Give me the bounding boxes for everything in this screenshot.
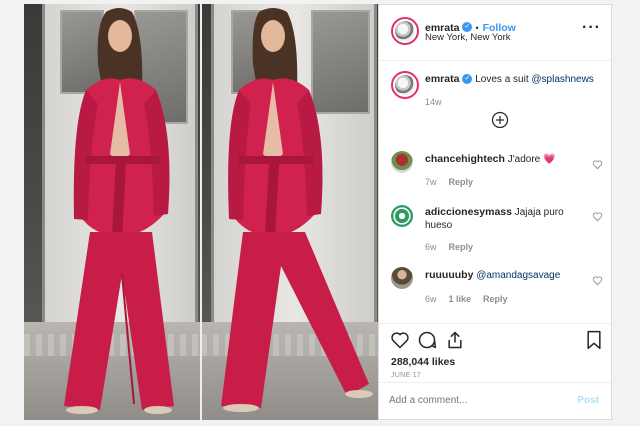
comment-meta: 6w 1 like Reply xyxy=(425,294,508,304)
model-figure-right xyxy=(221,8,373,412)
reply-button[interactable]: Reply xyxy=(449,177,474,187)
comment-body: ruuuuuby @amandagsavage xyxy=(425,269,585,282)
post-photo[interactable] xyxy=(24,4,378,420)
more-icon[interactable]: ··· xyxy=(582,19,601,37)
heart-icon[interactable] xyxy=(390,330,410,350)
reply-button[interactable]: Reply xyxy=(449,242,474,252)
comment-likes[interactable]: 1 like xyxy=(449,294,472,304)
comment-box: Post xyxy=(379,382,611,419)
collage-divider xyxy=(200,4,202,420)
comment-username[interactable]: chancehightech xyxy=(425,153,505,165)
comment-text: J'adore 💗 xyxy=(507,154,556,165)
caption-age: 14w xyxy=(425,97,442,107)
post-header: emrata ✓ • Follow New York, New York ··· xyxy=(379,5,611,61)
post-location[interactable]: New York, New York xyxy=(425,32,511,43)
comment-age: 6w xyxy=(425,294,437,304)
comment-username[interactable]: ruuuuuby xyxy=(425,269,473,281)
commenter-avatar[interactable] xyxy=(391,205,413,227)
comment-meta: 6w Reply xyxy=(425,242,473,252)
caption: emrata ✓ Loves a suit @splashnews xyxy=(425,73,605,86)
post-date: JUNE 17 xyxy=(391,372,422,379)
comment-input[interactable] xyxy=(389,391,559,409)
comment-age: 6w xyxy=(425,242,437,252)
heart-icon[interactable] xyxy=(592,159,603,170)
comment-age: 7w xyxy=(425,177,437,187)
likes-count[interactable]: 288,044 likes xyxy=(391,356,455,368)
caption-avatar[interactable] xyxy=(391,71,419,99)
commenter-avatar[interactable] xyxy=(391,151,413,173)
post-side-panel: emrata ✓ • Follow New York, New York ··· em… xyxy=(378,4,612,420)
comment-icon[interactable] xyxy=(417,330,437,350)
heart-icon[interactable] xyxy=(592,211,603,222)
caption-text: Loves a suit xyxy=(475,74,529,85)
post-comment-button[interactable]: Post xyxy=(577,395,599,406)
comment-body: chancehightech J'adore 💗 xyxy=(425,153,585,166)
caption-username[interactable]: emrata xyxy=(425,73,459,85)
comment-meta: 7w Reply xyxy=(425,177,473,187)
share-icon[interactable] xyxy=(445,330,465,350)
commenter-avatar[interactable] xyxy=(391,267,413,289)
heart-icon[interactable] xyxy=(592,275,603,286)
model-figure-left xyxy=(64,8,174,414)
comment-text[interactable]: @amandagsavage xyxy=(476,270,560,281)
caption-mention[interactable]: @splashnews xyxy=(531,74,593,85)
photo-right-half xyxy=(201,4,378,420)
verified-icon: ✓ xyxy=(462,21,473,32)
author-avatar[interactable] xyxy=(391,17,419,45)
comment-username[interactable]: adiccionesymass xyxy=(425,206,512,218)
load-more-icon[interactable] xyxy=(491,111,509,129)
photo-left-half xyxy=(24,4,201,420)
verified-icon: ✓ xyxy=(462,74,473,85)
bookmark-icon[interactable] xyxy=(585,330,603,350)
reply-button[interactable]: Reply xyxy=(483,294,508,304)
comment-body: adiccionesymass Jajaja puro hueso xyxy=(425,206,575,232)
